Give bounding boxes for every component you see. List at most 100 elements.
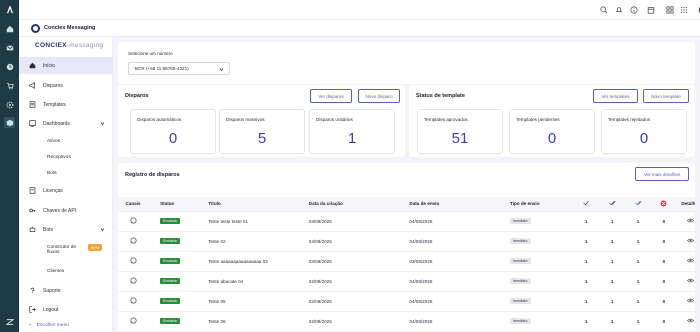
sidebar-sub-construtor[interactable]: Construtor de fluxos xyxy=(47,245,76,255)
registro-table: Canais Status Título Data da criação Dat… xyxy=(118,197,695,332)
stat-label: Disparos automáticos xyxy=(137,117,182,122)
cell-tipo-envio: Imediato xyxy=(509,211,574,232)
new-template-button[interactable]: Novo template xyxy=(643,89,689,103)
sidebar-item-label: Logout xyxy=(43,306,59,313)
eye-icon[interactable] xyxy=(687,318,695,325)
stat-label: Templates pendentes xyxy=(516,117,560,122)
col-titulo: Título xyxy=(208,197,309,212)
mail-icon[interactable] xyxy=(4,42,15,53)
cell-failed-count: 0 xyxy=(651,291,677,312)
sidebar-item-label: Licenças xyxy=(43,187,63,194)
eye-icon[interactable] xyxy=(687,278,695,285)
box-icon[interactable] xyxy=(4,117,15,128)
cell-read-count: 1 xyxy=(625,311,651,332)
sidebar-item-label: Disparos xyxy=(43,82,63,89)
stat-value: 1 xyxy=(347,130,357,147)
table-row[interactable]: Enviada Teste abacate 04 02/09/2025 04/0… xyxy=(118,271,695,292)
cell-delivered-count: 1 xyxy=(599,231,626,252)
stat-value: 0 xyxy=(639,130,649,147)
sidebar-sub-construtor-line2: fluxos xyxy=(47,250,60,255)
status-badge: Enviada xyxy=(160,218,180,224)
zendesk-icon[interactable] xyxy=(4,316,15,327)
sidebar-item-templates[interactable]: Templates xyxy=(19,96,113,113)
number-select[interactable]: BCR (+55 11 98765-4321) xyxy=(128,62,230,75)
app-title: Conciex Messaging xyxy=(44,25,96,31)
eye-icon[interactable] xyxy=(687,238,695,245)
eye-icon[interactable] xyxy=(687,298,695,305)
grid-icon[interactable] xyxy=(665,5,675,15)
sidebar-item-bots[interactable]: Bots xyxy=(19,221,113,238)
cell-delivered-count: 1 xyxy=(599,311,626,332)
app-logo-icon xyxy=(31,24,40,33)
collapse-menu-button[interactable]: « Encolher menu xyxy=(19,318,113,332)
home-icon[interactable] xyxy=(4,23,15,34)
cell-tipo-envio: Imediato xyxy=(509,291,574,312)
cell-titulo: Teste 02 xyxy=(208,231,309,252)
cell-sent-count: 1 xyxy=(573,311,600,332)
dashboard-icon xyxy=(28,120,36,128)
info-icon[interactable] xyxy=(629,5,639,15)
sidebar-sub-clientes[interactable]: Clientes xyxy=(47,269,64,274)
sidebar-item-logout[interactable]: Logout xyxy=(19,301,113,318)
view-details-button[interactable]: Ver mais detalhes xyxy=(635,167,689,181)
sidebar: CONCIEX-messaging Início Disparos Templa… xyxy=(19,37,113,332)
send-type-badge: Imediato xyxy=(509,318,531,324)
table-row[interactable]: Enviada Teste aaaaaaaaaaaaaaaa 03 03/09/… xyxy=(118,251,695,272)
bell-icon[interactable] xyxy=(614,5,624,15)
eye-icon[interactable] xyxy=(687,218,695,225)
cell-read-count: 1 xyxy=(625,211,651,232)
sidebar-item-label: Templates xyxy=(43,101,66,108)
sidebar-item-chaves-api[interactable]: Chaves de API xyxy=(19,202,113,219)
calendar-icon[interactable] xyxy=(646,5,656,15)
apps-icon[interactable] xyxy=(679,5,689,15)
eye-icon[interactable] xyxy=(687,258,695,265)
sidebar-item-suporte[interactable]: Suporte xyxy=(19,282,113,299)
stat-disparos-unitarios: Disparos unitários 1 xyxy=(309,109,395,154)
stat-value: 5 xyxy=(257,130,267,147)
table-row[interactable]: Enviada Teste 02 04/09/2025 04/09/2025 I… xyxy=(118,231,695,252)
cell-sent-count: 1 xyxy=(573,251,600,272)
cell-sent-count: 1 xyxy=(573,231,600,252)
registro-card: Registro de disparos Ver mais detalhes C… xyxy=(118,163,695,332)
col-sent xyxy=(573,197,600,212)
send-type-badge: Imediato xyxy=(509,278,531,284)
col-read xyxy=(625,197,651,212)
view-templates-button[interactable]: Ver templates xyxy=(593,89,638,103)
send-type-badge: Imediato xyxy=(509,218,531,224)
sidebar-item-disparos[interactable]: Disparos xyxy=(19,77,113,94)
whatsapp-icon xyxy=(130,277,137,285)
cell-detalhes xyxy=(676,271,695,292)
chevron-down-icon xyxy=(219,68,224,72)
cart-icon[interactable] xyxy=(4,80,15,91)
sidebar-sub-ativos[interactable]: Ativos xyxy=(47,139,60,144)
search-icon[interactable] xyxy=(599,5,609,15)
double-check-icon xyxy=(608,201,616,206)
gear-icon[interactable] xyxy=(4,99,15,110)
table-row[interactable]: Enviada Teste 05 02/09/2025 04/09/2025 I… xyxy=(118,291,695,312)
sidebar-item-inicio[interactable]: Início xyxy=(19,57,113,74)
sidebar-item-dashboards[interactable]: Dashboards xyxy=(19,115,113,132)
whatsapp-icon xyxy=(130,237,137,245)
whatsapp-icon xyxy=(130,257,137,265)
cell-canal xyxy=(118,231,149,252)
logo-icon[interactable] xyxy=(4,4,15,15)
registro-title: Registro de disparos xyxy=(125,172,180,178)
sidebar-sub-receptivos[interactable]: Receptivos xyxy=(47,155,71,160)
chevron-down-icon xyxy=(100,228,105,232)
table-row[interactable]: Enviada Teste teste teste 01 04/09/2025 … xyxy=(118,211,695,232)
stat-templates-rejeitados: Templates rejeitados 0 xyxy=(601,109,687,154)
view-disparos-button[interactable]: Ver disparos xyxy=(310,89,352,103)
cell-tipo-envio: Imediato xyxy=(509,231,574,252)
cell-data-criacao: 02/09/2025 xyxy=(308,311,410,332)
cell-data-criacao: 04/09/2025 xyxy=(308,211,410,232)
cell-failed-count: 0 xyxy=(651,211,677,232)
sidebar-item-label: Chaves de API xyxy=(43,207,77,214)
clock-icon[interactable] xyxy=(4,61,15,72)
sidebar-item-licencas[interactable]: Licenças xyxy=(19,182,113,199)
new-disparo-button[interactable]: Novo disparo xyxy=(358,89,400,103)
cell-canal xyxy=(118,311,149,332)
cell-data-envio: 03/09/2025 xyxy=(409,251,510,272)
table-row[interactable]: Enviada Teste 06 02/09/2025 04/09/2025 I… xyxy=(118,311,695,332)
sidebar-sub-bots[interactable]: Bots xyxy=(47,171,57,176)
cell-sent-count: 1 xyxy=(573,211,600,232)
